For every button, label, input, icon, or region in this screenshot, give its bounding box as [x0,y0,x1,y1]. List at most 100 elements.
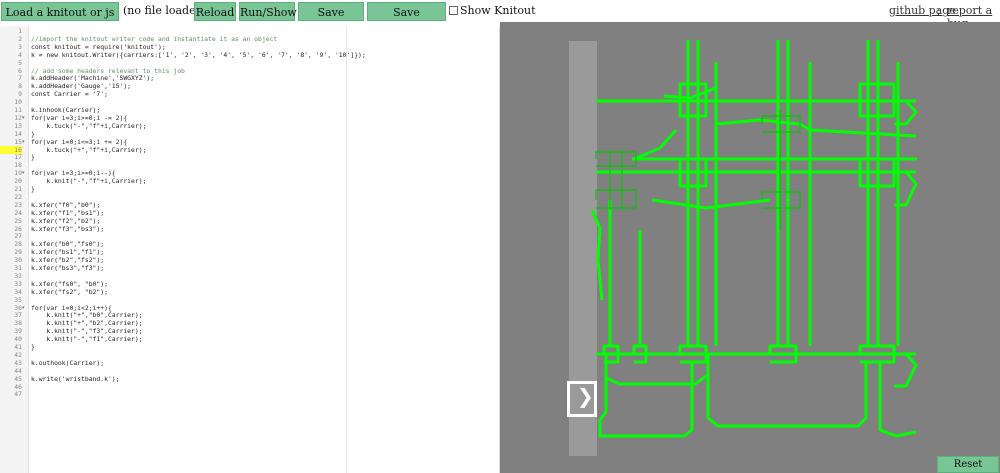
code-line[interactable]: 36 ▾ for(var i=0;i<2;i++){ [0,304,499,312]
load-file-button[interactable]: Load a knitout or js file [1,2,119,38]
fold-toggle-icon[interactable]: ▾ [22,114,25,122]
save-knitout-button[interactable]: Save Knitout [298,2,364,38]
fold-toggle-icon[interactable]: ▾ [22,304,25,312]
code-line[interactable]: 44 [0,367,499,375]
code-text: } [31,129,35,138]
reload-button[interactable]: Reload [194,2,236,21]
code-line[interactable]: 24 k.xfer("f1","bs1"); [0,209,499,217]
line-number: 44 [14,366,22,375]
save-javascript-button[interactable]: Save Javascript [367,2,446,38]
code-line[interactable]: 40 k.knit("-","f1",Carrier); [0,335,499,343]
code-text: k.knit("+","b2",Carrier); [31,319,143,328]
line-number: 47 [14,390,22,399]
line-number: 14 [14,129,22,138]
run-show-button[interactable]: Run/Show [239,2,297,21]
code-text: //import the knitout writer code and ins… [31,34,278,43]
code-text: for(var i=0;i<=3;i += 2){ [31,137,128,146]
code-line[interactable]: 35 [0,296,499,304]
code-line[interactable]: 2 //import the knitout writer code and in… [0,35,499,43]
code-line[interactable]: 20 k.knit("-","f"+i,Carrier); [0,177,499,185]
line-number: 24 [14,208,22,217]
code-line[interactable]: 22 [0,193,499,201]
link-separator: ; [937,4,941,17]
line-number: 10 [14,98,22,107]
code-line[interactable]: 8 k.addHeader('Gauge','15'); [0,82,499,90]
line-number: 42 [14,350,22,359]
code-line[interactable]: 25 k.xfer("f2","b2"); [0,217,499,225]
code-line[interactable]: 32 [0,272,499,280]
line-number: 36 [14,303,22,312]
code-line[interactable]: 6 // add some headers relevant to this jo… [0,67,499,75]
code-text: // add some headers relevant to this job [31,66,185,75]
chevron-right-icon: ❯ [577,384,594,408]
code-line[interactable]: 39 k.knit("-","f3",Carrier); [0,327,499,335]
code-line[interactable]: 27 [0,232,499,240]
code-text: k.xfer("f1","bs1"); [31,208,105,217]
line-number: 3 [18,42,22,51]
code-text: k = new knitout.Writer({carriers:['1', '… [31,50,366,59]
code-line[interactable]: 43 k.outhook(Carrier); [0,359,499,367]
code-line[interactable]: 41} [0,343,499,351]
code-line[interactable]: 26 k.xfer("f3","bs3"); [0,225,499,233]
line-number: 5 [18,58,22,67]
code-line[interactable]: 5 [0,59,499,67]
code-text: k.xfer("b0","fs0"); [31,240,105,249]
code-line[interactable]: 45 k.write('wristband.k'); [0,375,499,383]
reset-zoom-button[interactable]: Reset Zoom [937,456,999,473]
code-line[interactable]: 1 [0,27,499,35]
code-text: k.write('wristband.k'); [31,374,120,383]
code-text: k.knit("-","f3",Carrier); [31,327,143,336]
code-line[interactable]: 10 [0,98,499,106]
code-line[interactable]: 18 [0,161,499,169]
code-line[interactable]: 3 const knitout = require('knitout'); [0,43,499,51]
line-number: 45 [14,374,22,383]
show-knitout-checkbox[interactable] [449,6,458,15]
code-line[interactable]: 42 [0,351,499,359]
github-page-link[interactable]: github page [889,4,956,17]
code-line[interactable]: 4 k = new knitout.Writer({carriers:['1', … [0,51,499,59]
code-line[interactable]: 34 k.xfer("fs2", "b2"); [0,288,499,296]
code-line[interactable]: 11 k.inhook(Carrier); [0,106,499,114]
line-number: 37 [14,311,22,320]
line-number: 35 [14,295,22,304]
code-line[interactable]: 21} [0,185,499,193]
code-line[interactable]: 17} [0,153,499,161]
code-line[interactable]: 14} [0,130,499,138]
code-line[interactable]: 47 [0,390,499,398]
line-number: 46 [14,382,22,391]
code-line[interactable]: 16 k.tuck("+","f"+i,Carrier); [0,145,499,154]
code-line[interactable]: 7 k.addHeader('Machine','SWGXYZ'); [0,74,499,82]
line-number: 30 [14,256,22,265]
code-line[interactable]: 46 [0,383,499,391]
code-text: k.outhook(Carrier); [31,358,105,367]
line-number: 1 [18,27,22,35]
code-line[interactable]: 9 const Carrier = '7'; [0,90,499,98]
line-number: 25 [14,216,22,225]
code-line[interactable]: 13 k.tuck("-","f"+i,Carrier); [0,122,499,130]
code-text: k.xfer("f2","b2"); [31,216,101,225]
code-line[interactable]: 31 k.xfer("bs3","f3"); [0,264,499,272]
code-text: k.knit("-","f1",Carrier); [31,335,143,344]
code-line[interactable]: 38 k.knit("+","b2",Carrier); [0,319,499,327]
code-line[interactable]: 15 ▾ for(var i=0;i<=3;i += 2){ [0,138,499,146]
show-knitout-label: Show Knitout [460,4,536,17]
fold-toggle-icon[interactable]: ▾ [22,138,25,146]
code-text: k.knit("-","f"+i,Carrier); [31,177,147,186]
code-text: k.xfer("b2","fs2"); [31,256,105,265]
code-line[interactable]: 30 k.xfer("b2","fs2"); [0,256,499,264]
code-line[interactable]: 29 k.xfer("bs1","f1"); [0,248,499,256]
line-number: 34 [14,287,22,296]
code-line[interactable]: 37 k.knit("+","b0",Carrier); [0,311,499,319]
code-line[interactable]: 19 ▾ for(var i=3;i>=0;i--){ [0,169,499,177]
code-line[interactable]: 33 k.xfer("fs0", "b0"); [0,280,499,288]
code-line[interactable]: 12 ▾ for(var i=3;i>=0;i -= 2){ [0,114,499,122]
line-number: 9 [18,90,22,99]
fold-toggle-icon[interactable]: ▾ [22,169,25,177]
code-text: k.addHeader('Machine','SWGXYZ'); [31,74,155,83]
code-line[interactable]: 28 k.xfer("b0","fs0"); [0,240,499,248]
code-editor[interactable]: 1 2 //import the knitout writer code and i… [0,26,500,473]
code-text: k.xfer("f3","bs3"); [31,224,105,233]
line-number: 38 [14,319,22,328]
code-line[interactable]: 23 k.xfer("f0","b0"); [0,201,499,209]
line-number: 18 [14,161,22,170]
